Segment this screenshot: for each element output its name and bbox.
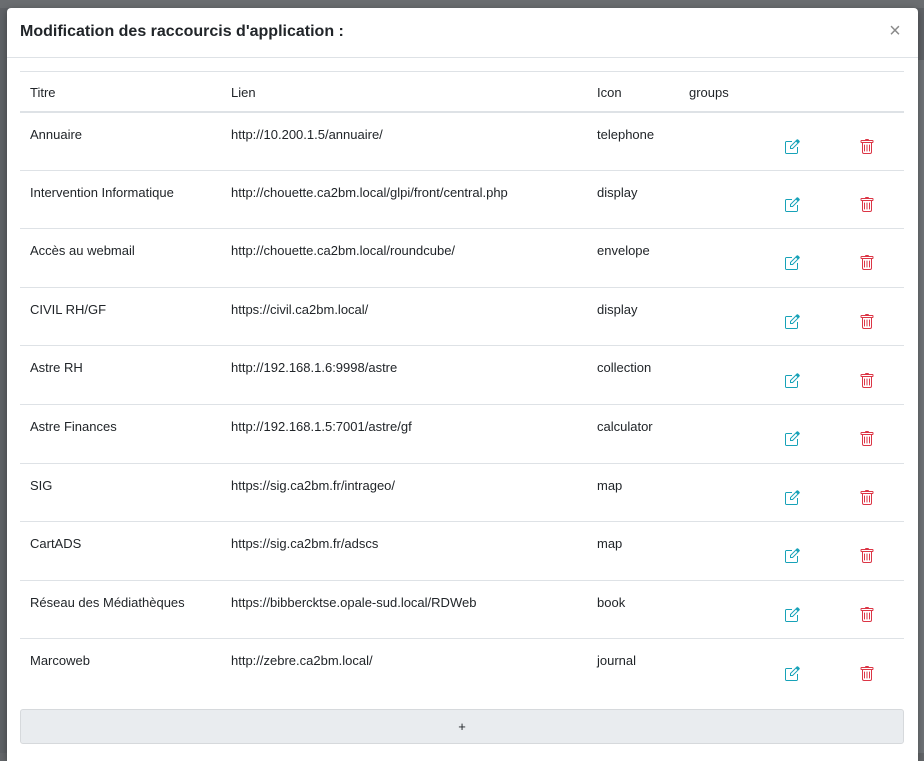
row-groups	[679, 287, 754, 346]
row-icon-name: calculator	[597, 418, 653, 434]
trash-icon[interactable]	[858, 196, 876, 215]
edit-icon[interactable]	[783, 197, 801, 215]
row-link: http://chouette.ca2bm.local/roundcube/	[231, 243, 456, 259]
row-link: https://civil.ca2bm.local/	[231, 301, 369, 317]
add-shortcut-button[interactable]: +	[20, 709, 904, 744]
row-title: Intervention Informatique	[30, 184, 174, 200]
shortcuts-table: Titre Lien Icon groups Annuaire http://1…	[20, 71, 904, 697]
edit-icon[interactable]	[783, 372, 801, 391]
row-title: CIVIL RH/GF	[30, 301, 107, 317]
shortcuts-table-container: Titre Lien Icon groups Annuaire http://1…	[20, 71, 904, 697]
row-title: Astre RH	[30, 360, 83, 376]
edit-icon[interactable]	[783, 314, 801, 332]
row-icon-name: map	[597, 536, 623, 552]
edit-icon[interactable]	[783, 138, 801, 157]
table-row: CartADS https://sig.ca2bm.fr/adscs map	[20, 522, 904, 581]
close-button[interactable]: ×	[886, 20, 904, 42]
shortcuts-modal: Modification des raccourcis d'applicatio…	[7, 8, 918, 761]
row-groups	[679, 522, 754, 581]
modal-title: Modification des raccourcis d'applicatio…	[20, 23, 344, 40]
row-link: https://sig.ca2bm.fr/intrageo/	[231, 477, 396, 493]
edit-icon[interactable]	[783, 548, 801, 566]
modal-header: Modification des raccourcis d'applicatio…	[7, 8, 918, 58]
row-icon-name: display	[597, 301, 638, 317]
row-icon-name: book	[597, 594, 626, 610]
row-groups	[679, 170, 754, 229]
row-icon-name: display	[597, 184, 638, 200]
header-icon: Icon	[597, 85, 622, 100]
row-icon-name: map	[597, 477, 623, 493]
row-title: Annuaire	[30, 126, 83, 142]
row-groups	[679, 404, 754, 463]
row-link: https://bibbercktse.opale-sud.local/RDWe…	[231, 594, 477, 610]
row-icon-name: envelope	[597, 243, 650, 259]
row-groups	[679, 112, 754, 171]
trash-icon[interactable]	[858, 372, 876, 391]
row-link: http://chouette.ca2bm.local/glpi/front/c…	[231, 184, 508, 200]
trash-icon[interactable]	[858, 138, 876, 157]
row-title: Astre Finances	[30, 418, 117, 434]
table-row: CIVIL RH/GF https://civil.ca2bm.local/ d…	[20, 287, 904, 346]
table-row: Intervention Informatique http://chouett…	[20, 170, 904, 229]
trash-icon[interactable]	[858, 255, 876, 273]
row-icon-name: telephone	[597, 126, 655, 142]
row-groups	[679, 580, 754, 639]
row-groups	[679, 229, 754, 288]
edit-icon[interactable]	[783, 607, 801, 625]
header-title: Titre	[30, 85, 56, 100]
table-body: Annuaire http://10.200.1.5/annuaire/ tel…	[20, 112, 904, 698]
table-row: Astre Finances http://192.168.1.5:7001/a…	[20, 404, 904, 464]
trash-icon[interactable]	[858, 489, 876, 508]
row-link: http://10.200.1.5/annuaire/	[231, 126, 383, 142]
row-title: CartADS	[30, 536, 82, 552]
header-link: Lien	[231, 85, 256, 100]
row-groups	[679, 639, 754, 698]
table-row: Astre RH http://192.168.1.6:9998/astre c…	[20, 346, 904, 405]
row-title: SIG	[30, 477, 53, 493]
table-row: SIG https://sig.ca2bm.fr/intrageo/ map	[20, 463, 904, 522]
row-title: Accès au webmail	[30, 243, 135, 259]
header-groups: groups	[689, 85, 729, 100]
trash-icon[interactable]	[858, 431, 876, 449]
edit-icon[interactable]	[783, 666, 801, 684]
row-link: http://192.168.1.6:9998/astre	[231, 360, 398, 376]
table-row: Annuaire http://10.200.1.5/annuaire/ tel…	[20, 112, 904, 171]
table-row: Marcoweb http://zebre.ca2bm.local/ journ…	[20, 639, 904, 698]
trash-icon[interactable]	[858, 548, 876, 566]
trash-icon[interactable]	[858, 665, 876, 684]
row-groups	[679, 346, 754, 405]
row-icon-name: collection	[597, 360, 652, 376]
edit-icon[interactable]	[783, 490, 801, 508]
table-header-row: Titre Lien Icon groups	[20, 71, 904, 112]
table-row: Accès au webmail http://chouette.ca2bm.l…	[20, 229, 904, 288]
row-link: http://192.168.1.5:7001/astre/gf	[231, 418, 412, 434]
trash-icon[interactable]	[858, 314, 876, 332]
row-link: http://zebre.ca2bm.local/	[231, 653, 373, 669]
row-title: Marcoweb	[30, 653, 90, 669]
row-title: Réseau des Médiathèques	[30, 594, 185, 610]
background-page-top	[0, 0, 924, 8]
table-row: Réseau des Médiathèques https://bibberck…	[20, 580, 904, 639]
row-icon-name: journal	[597, 653, 637, 669]
trash-icon[interactable]	[858, 607, 876, 625]
row-link: https://sig.ca2bm.fr/adscs	[231, 536, 379, 552]
edit-icon[interactable]	[783, 431, 801, 449]
edit-icon[interactable]	[783, 255, 801, 273]
row-groups	[679, 463, 754, 522]
